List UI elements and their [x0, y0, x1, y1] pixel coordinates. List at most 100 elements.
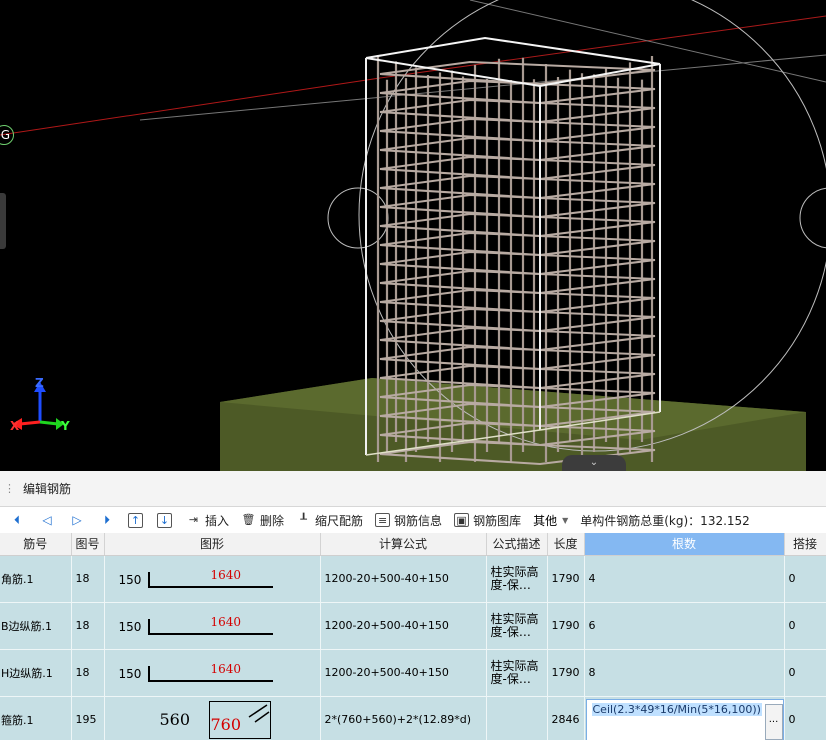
stirrup-bar: [379, 345, 656, 371]
collapse-panel-button[interactable]: ⌄: [562, 455, 626, 471]
cell-shape[interactable]: 150 1640: [104, 555, 321, 603]
trash-icon: 🗑: [241, 513, 256, 526]
arrow-down-icon[interactable]: ↓: [157, 512, 172, 528]
cell-shape[interactable]: 560 760: [104, 696, 321, 740]
arrow-up-icon[interactable]: ↑: [128, 512, 143, 528]
stirrup-bar: [379, 288, 656, 314]
rebar-library-button[interactable]: ▣ 钢筋图库: [454, 512, 521, 529]
col-header-desc[interactable]: 公式描述: [486, 533, 548, 556]
stirrup-bar: [379, 326, 656, 352]
side-panel-tab[interactable]: [0, 193, 6, 249]
caret-down-icon: ▼: [562, 515, 569, 525]
cell-fig-no[interactable]: 18: [71, 602, 105, 650]
col-header-lap[interactable]: 搭接: [784, 533, 826, 556]
cell-shape[interactable]: 150 1640: [104, 649, 321, 697]
cell-formula[interactable]: 2*(760+560)+2*(12.89*d): [320, 696, 487, 740]
library-icon: ▣: [454, 513, 470, 527]
cell-count[interactable]: 8: [584, 649, 785, 697]
stirrup-bar: [379, 174, 656, 200]
table-row[interactable]: B边纵筋.1 18 150 1640 1200-20+500-40+150 柱实…: [0, 602, 826, 650]
drag-handle-icon[interactable]: ⋮: [4, 482, 15, 495]
last-row-button[interactable]: ⏵: [92, 513, 122, 528]
x-axis-arrow: [19, 420, 41, 426]
other-dropdown[interactable]: 其他 ▼: [533, 512, 568, 529]
y-axis-arrow: [39, 420, 59, 426]
shape-length: 1640: [210, 567, 242, 582]
cell-bar-name[interactable]: H边纵筋.1: [0, 649, 72, 697]
cell-length[interactable]: 1790: [547, 649, 585, 697]
col-header-shape[interactable]: 图形: [104, 533, 321, 556]
table-row[interactable]: 箍筋.1 195 560 760 2*(760+560)+2*(12.89*d): [0, 696, 826, 740]
table-row[interactable]: H边纵筋.1 18 150 1640 1200-20+500-40+150 柱实…: [0, 649, 826, 697]
cell-desc[interactable]: [486, 696, 548, 740]
panel-title: 编辑钢筋: [23, 482, 72, 496]
rebar-table: 筋号 图号 图形 计算公式 公式描述 长度 根数 搭接 角筋.1 18 150: [0, 533, 826, 740]
delete-label: 删除: [260, 513, 285, 528]
stirrup-bar: [379, 250, 656, 276]
shape-length: 1640: [210, 661, 242, 676]
shape-hook-length: 150: [118, 572, 142, 587]
cell-length[interactable]: 1790: [547, 555, 585, 603]
rebar-info-button[interactable]: ≡ 钢筋信息: [375, 512, 442, 529]
rebar-3d-scene[interactable]: Z X Y: [0, 0, 826, 471]
other-label: 其他: [533, 513, 558, 528]
y-axis-label: Y: [60, 419, 70, 433]
cell-desc[interactable]: 柱实际高度-保…: [486, 555, 548, 603]
axis-line: [0, 77, 381, 136]
table-row[interactable]: 角筋.1 18 150 1640 1200-20+500-40+150 柱实际高…: [0, 555, 826, 603]
formula-editor-button[interactable]: ...: [764, 703, 783, 740]
x-axis-label: X: [10, 419, 20, 433]
cell-count-editing[interactable]: Ceil(2.3*49*16/Min(5*16,100)) ...: [584, 696, 785, 740]
count-formula-input[interactable]: Ceil(2.3*49*16/Min(5*16,100)) ...: [585, 698, 783, 740]
stirrup-hook-icon: [248, 703, 269, 723]
cell-count[interactable]: 4: [584, 555, 785, 603]
cell-lap[interactable]: 0: [784, 602, 826, 650]
cell-length[interactable]: 1790: [547, 602, 585, 650]
insert-button[interactable]: ⇥ 插入: [186, 512, 229, 529]
first-row-button[interactable]: ⏴: [2, 513, 32, 528]
scale-rebar-button[interactable]: ┸ 缩尺配筋: [296, 512, 363, 529]
cell-bar-name[interactable]: 角筋.1: [0, 555, 72, 603]
cell-fig-no[interactable]: 195: [71, 696, 105, 740]
cell-bar-name[interactable]: B边纵筋.1: [0, 602, 72, 650]
col-header-count[interactable]: 根数: [584, 533, 785, 556]
col-header-formula[interactable]: 计算公式: [320, 533, 487, 556]
cell-fig-no[interactable]: 18: [71, 649, 105, 697]
shape-width: 560: [159, 709, 191, 729]
panel-header: ⋮ 编辑钢筋: [0, 471, 826, 507]
delete-button[interactable]: 🗑 删除: [241, 512, 285, 529]
cell-shape[interactable]: 150 1640: [104, 602, 321, 650]
info-sheet-icon: ≡: [375, 513, 391, 527]
cell-fig-no[interactable]: 18: [71, 555, 105, 603]
cell-desc[interactable]: 柱实际高度-保…: [486, 602, 548, 650]
col-header-length[interactable]: 长度: [547, 533, 585, 556]
ruler-icon: ┸: [300, 513, 307, 526]
cell-lap[interactable]: 0: [784, 555, 826, 603]
insert-label: 插入: [205, 513, 230, 528]
guide-line: [139, 54, 826, 121]
col-header-bar-no[interactable]: 筋号: [0, 533, 72, 556]
count-formula-text[interactable]: Ceil(2.3*49*16/Min(5*16,100)): [591, 702, 762, 716]
shape-line: [147, 632, 273, 635]
stirrup-bar: [379, 212, 656, 238]
cell-bar-name[interactable]: 箍筋.1: [0, 696, 72, 740]
next-row-button[interactable]: ▷: [62, 513, 92, 527]
cell-lap[interactable]: 0: [784, 696, 826, 740]
cell-length[interactable]: 2846: [547, 696, 585, 740]
stirrup-bar: [379, 231, 656, 257]
cell-desc[interactable]: 柱实际高度-保…: [486, 649, 548, 697]
stirrup-bar: [379, 117, 656, 143]
cell-lap[interactable]: 0: [784, 649, 826, 697]
cell-count[interactable]: 6: [584, 602, 785, 650]
library-label: 钢筋图库: [473, 513, 522, 528]
stirrup-bar: [379, 269, 656, 295]
prev-row-button[interactable]: ◁: [32, 513, 62, 527]
3d-viewport[interactable]: ZXY G ⌄: [0, 0, 826, 471]
cell-formula[interactable]: 1200-20+500-40+150: [320, 649, 487, 697]
shape-line: [147, 679, 273, 682]
cell-formula[interactable]: 1200-20+500-40+150: [320, 602, 487, 650]
cell-formula[interactable]: 1200-20+500-40+150: [320, 555, 487, 603]
col-header-fig-no[interactable]: 图号: [71, 533, 105, 556]
orbit-handle: [799, 187, 826, 249]
shape-line: [147, 585, 273, 588]
